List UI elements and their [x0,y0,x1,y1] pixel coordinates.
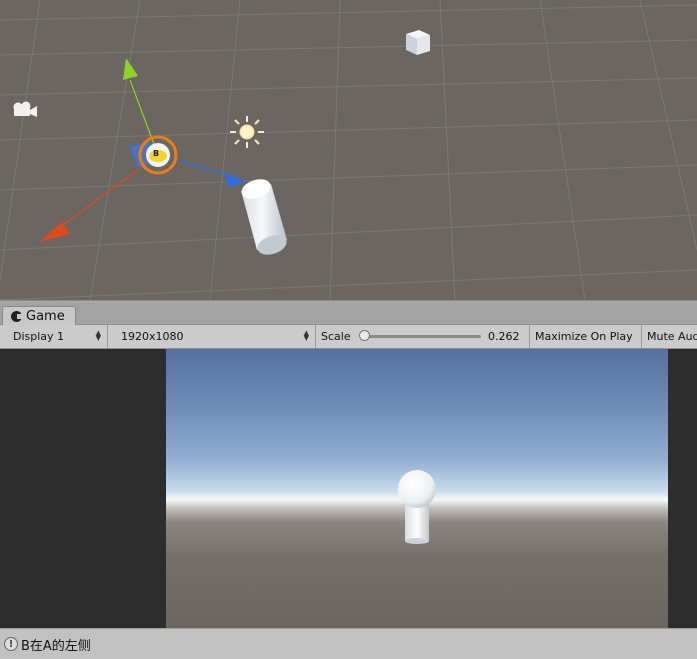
mute-audio-label: Mute Audio [647,330,697,343]
tab-game-label: Game [26,308,65,324]
display-select-value: Display 1 [13,330,65,343]
scale-control: Scale 0.262 [316,325,530,348]
game-toolbar: Display 1 ▲ ▼ 1920x1080 ▲ ▼ Scale 0.262 Ma… [0,325,697,349]
console-status-bar[interactable]: ! B在A的左侧 [0,628,697,659]
game-view[interactable] [0,349,697,628]
game-icon [11,310,22,322]
scene-view[interactable]: B [0,0,697,300]
z-axis-handle [224,174,246,187]
dropdown-arrows-icon: ▲ ▼ [95,329,101,342]
sphere-object [398,470,436,508]
info-icon: ! [4,637,18,651]
resolution-select[interactable]: 1920x1080 ▲ ▼ [114,325,316,348]
mute-audio-toggle[interactable]: Mute Audio [642,325,697,348]
resolution-select-value: 1920x1080 [121,330,184,343]
scale-slider-track[interactable] [363,335,481,338]
x-axis-handle [39,222,70,242]
scale-label: Scale [321,330,351,343]
scale-slider-thumb[interactable] [359,330,370,341]
y-axis-handle [123,58,138,80]
tab-game[interactable]: Game [2,306,76,325]
dropdown-arrows-icon: ▲ ▼ [303,329,309,342]
transform-gizmo[interactable] [30,50,260,250]
maximize-on-play-label: Maximize On Play [535,330,633,343]
game-scene-objects [398,470,436,544]
maximize-on-play-toggle[interactable]: Maximize On Play [530,325,642,348]
game-viewport[interactable] [166,349,668,628]
game-tab-bar: Game [0,303,697,325]
display-select[interactable]: Display 1 ▲ ▼ [0,325,108,348]
cube-object[interactable] [402,27,432,57]
scale-value: 0.262 [488,330,520,343]
status-message: B在A的左侧 [21,638,91,654]
selected-object-label: B [153,149,160,158]
